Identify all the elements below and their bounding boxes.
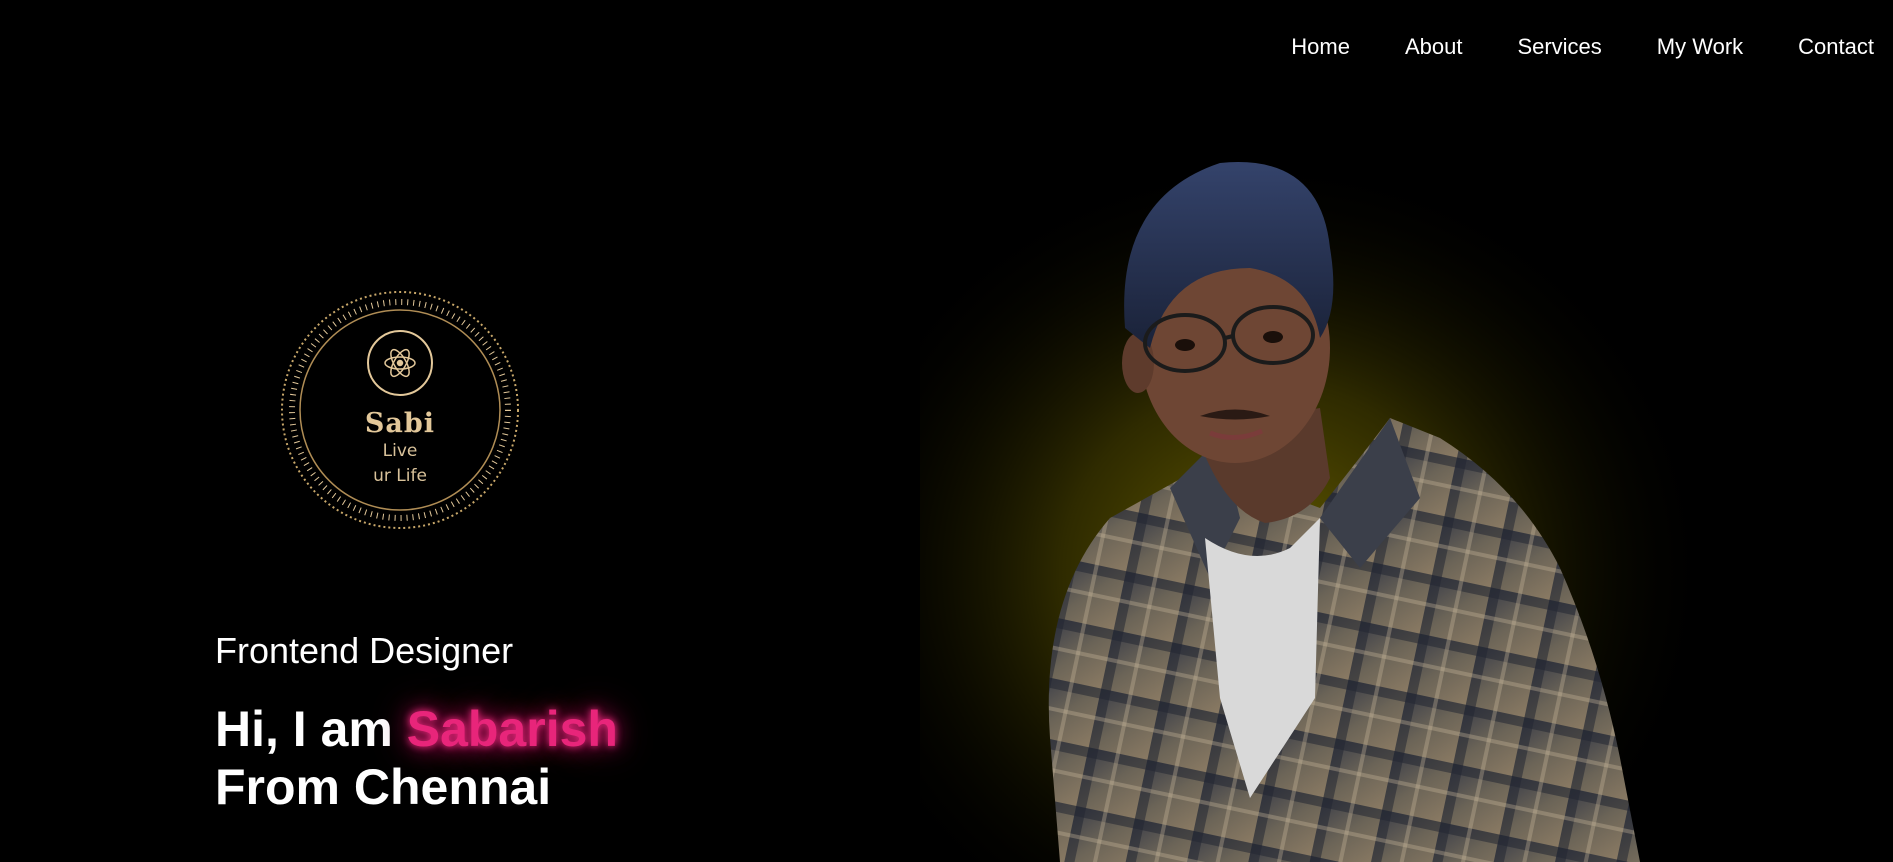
nav-list: Home About Services My Work Contact <box>1291 30 1874 64</box>
logo-tagline-line1: Live <box>382 441 418 461</box>
nav-about[interactable]: About <box>1405 30 1463 64</box>
hero-headline: Hi, I am Sabarish From Chennai <box>215 700 618 816</box>
nav-services[interactable]: Services <box>1517 30 1601 64</box>
nav-contact[interactable]: Contact <box>1798 30 1874 64</box>
logo-tagline-line2: ur Life <box>373 466 427 486</box>
name-highlight: Sabarish <box>406 701 618 757</box>
atom-icon <box>384 348 416 378</box>
role-title: Frontend Designer <box>215 630 514 671</box>
nav-home[interactable]: Home <box>1291 30 1350 64</box>
portrait-image <box>920 98 1740 862</box>
location-line: From Chennai <box>215 759 552 815</box>
nav-my-work[interactable]: My Work <box>1657 30 1743 64</box>
brand-logo: Sabi Live ur Life <box>270 280 530 540</box>
logo-title: Sabi <box>364 408 436 439</box>
greeting-text: Hi, I am <box>215 701 407 757</box>
greeting-line: Hi, I am Sabarish <box>215 700 618 758</box>
top-nav: Home About Services My Work Contact <box>0 0 1893 98</box>
page: Home About Services My Work Contact Sabi… <box>0 0 1893 862</box>
